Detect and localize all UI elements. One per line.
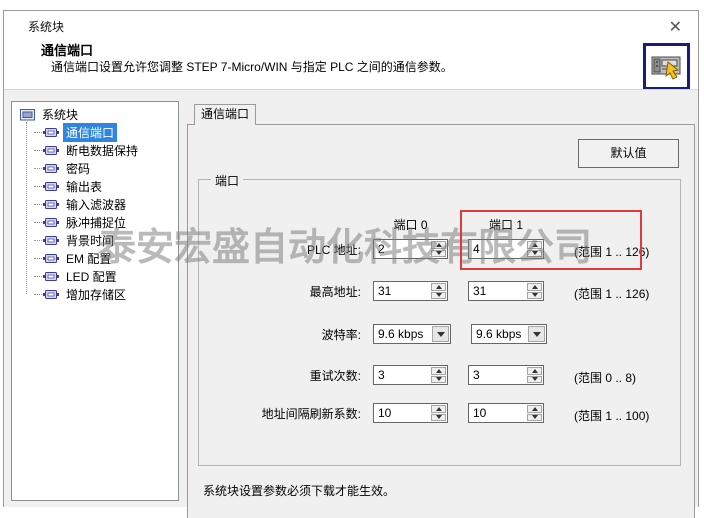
highest-address-port1-spinner[interactable]: 31 [468, 281, 544, 301]
module-icon [43, 235, 59, 246]
dropdown-value[interactable]: 9.6 kbps [374, 325, 431, 343]
baud-rate-port0-dropdown[interactable]: 9.6 kbps [373, 324, 451, 344]
system-block-tree-panel: 系统块 通信端口 断电数据保持 密码 输出表 [11, 101, 179, 501]
highest-address-range: (范围 1 .. 126) [574, 285, 649, 302]
spin-down-button[interactable] [431, 414, 446, 422]
sidebar-item-label: 密码 [63, 159, 93, 178]
gap-refresh-range: (范围 1 .. 100) [574, 407, 649, 424]
retry-count-range: (范围 0 .. 8) [574, 369, 636, 386]
module-icon [43, 271, 59, 282]
tree-root-system-block[interactable]: 系统块 [18, 105, 176, 123]
spin-down-button[interactable] [431, 376, 446, 384]
page-title: 通信端口 [41, 40, 93, 59]
page-description: 通信端口设置允许您调整 STEP 7-Micro/WIN 与指定 PLC 之间的… [51, 58, 453, 75]
gap-refresh-port1-spinner[interactable]: 10 [468, 403, 544, 423]
sidebar-item-pulse-catch[interactable]: 脉冲捕捉位 [18, 213, 176, 231]
sidebar-item-background-time[interactable]: 背景时间 [18, 231, 176, 249]
plc-address-range: (范围 1 .. 126) [574, 243, 649, 260]
dropdown-value[interactable]: 9.6 kbps [472, 325, 527, 343]
plc-address-port1-spinner[interactable]: 4 [468, 239, 544, 259]
sidebar-item-label: 背景时间 [63, 231, 117, 250]
tree-connector-line [26, 122, 27, 294]
spin-down-button[interactable] [527, 250, 542, 258]
spin-down-button[interactable] [431, 250, 446, 258]
module-icon [43, 181, 59, 192]
highest-address-port0-spinner[interactable]: 31 [373, 281, 448, 301]
sidebar-item-led-config[interactable]: LED 配置 [18, 267, 176, 285]
retry-count-port1-spinner[interactable]: 3 [468, 365, 544, 385]
retry-count-port0-spinner[interactable]: 3 [373, 365, 448, 385]
spin-down-button[interactable] [431, 292, 446, 300]
spinner-value[interactable]: 3 [374, 366, 430, 384]
spin-up-button[interactable] [527, 405, 542, 413]
chevron-down-icon[interactable] [432, 326, 449, 342]
window-title: 系统块 [28, 18, 64, 35]
sidebar-item-data-retention[interactable]: 断电数据保持 [18, 141, 176, 159]
plc-module-edit-icon [643, 43, 690, 90]
spin-up-button[interactable] [431, 367, 446, 375]
sidebar-item-label: 断电数据保持 [63, 141, 141, 160]
tab-comm-port[interactable]: 通信端口 [194, 104, 256, 125]
plc-module-graphic [649, 49, 684, 84]
gap-refresh-label: 地址间隔刷新系数: [262, 405, 361, 422]
column-header-port1: 端口 1 [468, 216, 544, 233]
sidebar-item-label: 输入滤波器 [63, 195, 129, 214]
plc-address-label: PLC 地址: [307, 241, 361, 258]
spin-up-button[interactable] [527, 283, 542, 291]
module-icon [43, 217, 59, 228]
tree-root-label: 系统块 [39, 105, 81, 124]
sidebar-item-label: 增加存储区 [63, 285, 129, 304]
system-block-dialog: 系统块 ✕ 通信端口 通信端口设置允许您调整 STEP 7-Micro/WIN … [3, 10, 699, 507]
sidebar-item-password[interactable]: 密码 [18, 159, 176, 177]
spin-down-button[interactable] [527, 376, 542, 384]
sidebar-item-label: 脉冲捕捉位 [63, 213, 129, 232]
download-note: 系统块设置参数必须下载才能生效。 [203, 482, 395, 499]
spinner-value[interactable]: 2 [374, 240, 430, 258]
defaults-button[interactable]: 默认值 [578, 139, 679, 168]
column-header-port0: 端口 0 [373, 216, 448, 233]
module-icon [43, 199, 59, 210]
spin-down-button[interactable] [527, 414, 542, 422]
sidebar-item-label: EM 配置 [63, 249, 114, 268]
module-icon [43, 145, 59, 156]
module-icon [43, 253, 59, 264]
system-block-icon [20, 108, 35, 121]
spinner-value[interactable]: 4 [469, 240, 526, 258]
port-group-title: 端口 [211, 172, 243, 189]
spinner-value[interactable]: 10 [469, 404, 526, 422]
spin-up-button[interactable] [431, 283, 446, 291]
module-icon [43, 163, 59, 174]
sidebar-item-label: 通信端口 [63, 123, 117, 142]
sidebar-item-input-filter[interactable]: 输入滤波器 [18, 195, 176, 213]
spinner-value[interactable]: 10 [374, 404, 430, 422]
retry-count-label: 重试次数: [310, 367, 361, 384]
close-icon[interactable]: ✕ [663, 15, 688, 39]
sidebar-item-output-table[interactable]: 输出表 [18, 177, 176, 195]
spin-up-button[interactable] [431, 241, 446, 249]
sidebar-item-em-config[interactable]: EM 配置 [18, 249, 176, 267]
plc-address-port0-spinner[interactable]: 2 [373, 239, 448, 259]
gap-refresh-port0-spinner[interactable]: 10 [373, 403, 448, 423]
spin-up-button[interactable] [431, 405, 446, 413]
spin-up-button[interactable] [527, 367, 542, 375]
spinner-value[interactable]: 3 [469, 366, 526, 384]
sidebar-item-comm-port[interactable]: 通信端口 [18, 123, 176, 141]
spin-down-button[interactable] [527, 292, 542, 300]
sidebar-item-label: 输出表 [63, 177, 105, 196]
spinner-value[interactable]: 31 [469, 282, 526, 300]
sidebar-item-add-memory[interactable]: 增加存储区 [18, 285, 176, 303]
sidebar-item-label: LED 配置 [63, 267, 120, 286]
module-icon [43, 289, 59, 300]
spin-up-button[interactable] [527, 241, 542, 249]
baud-rate-label: 波特率: [322, 326, 361, 343]
spinner-value[interactable]: 31 [374, 282, 430, 300]
baud-rate-port1-dropdown[interactable]: 9.6 kbps [471, 324, 547, 344]
chevron-down-icon[interactable] [528, 326, 545, 342]
highest-address-label: 最高地址: [310, 283, 361, 300]
module-icon [43, 127, 59, 138]
